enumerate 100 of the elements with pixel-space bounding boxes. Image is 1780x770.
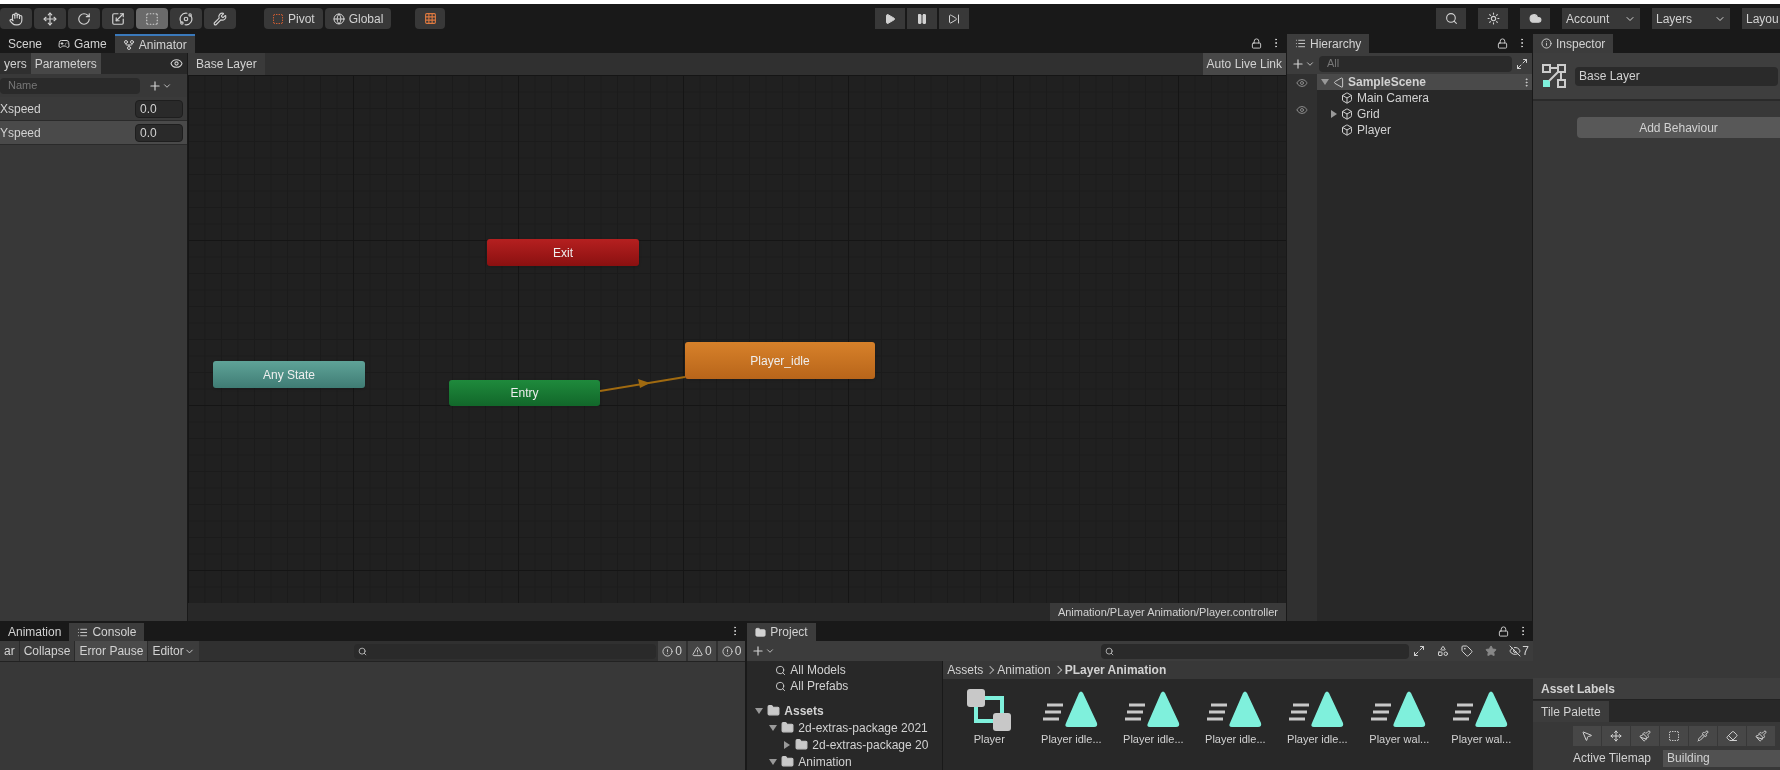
tool-button[interactable] bbox=[34, 8, 66, 29]
asset-labels-header[interactable]: Asset Labels bbox=[1533, 678, 1780, 700]
pivot-button[interactable]: Pivot bbox=[264, 8, 323, 29]
state-node[interactable]: Entry bbox=[449, 380, 600, 406]
tag-icon[interactable] bbox=[1461, 645, 1474, 657]
palette-tool-button[interactable] bbox=[1689, 726, 1717, 746]
search-field[interactable]: Name bbox=[0, 77, 140, 94]
folder-label[interactable]: Assets bbox=[784, 701, 824, 720]
palette-tool-button[interactable] bbox=[1660, 726, 1688, 746]
grid-snap-button[interactable] bbox=[415, 8, 446, 29]
asset-label[interactable]: Player bbox=[973, 733, 1005, 746]
panel-tab[interactable]: Tile Palette bbox=[1533, 701, 1609, 722]
visibility-icon[interactable] bbox=[1296, 104, 1308, 116]
parameter-value[interactable]: 0.0 bbox=[135, 99, 183, 118]
hierarchy-item[interactable]: Main Camera bbox=[1357, 89, 1430, 107]
controller-icon[interactable] bbox=[965, 687, 1014, 733]
asset-label[interactable]: Player idle... bbox=[1287, 733, 1348, 746]
asset-label[interactable]: Player idle... bbox=[1123, 733, 1184, 746]
hidden-packages-button[interactable]: 7 bbox=[1509, 642, 1529, 660]
expand-icon[interactable] bbox=[1413, 645, 1426, 657]
caret-icon[interactable] bbox=[1321, 79, 1329, 85]
breadcrumb-item[interactable]: PLayer Animation bbox=[1064, 661, 1167, 679]
live-link-button[interactable]: Auto Live Link bbox=[1202, 53, 1286, 75]
visibility-icon[interactable] bbox=[1296, 77, 1308, 89]
folder-label[interactable]: 2d-extras-package 20 bbox=[812, 735, 929, 754]
palette-tool-button[interactable] bbox=[1718, 726, 1746, 746]
parameter-value[interactable]: 0.0 bbox=[135, 123, 183, 142]
log-count-button[interactable]: 0 bbox=[687, 641, 716, 661]
step-button[interactable] bbox=[939, 8, 970, 29]
asset-label[interactable]: Player idle... bbox=[1041, 733, 1102, 746]
play-button[interactable] bbox=[875, 8, 906, 29]
breadcrumb-item[interactable]: Animation bbox=[997, 661, 1051, 679]
star-icon[interactable] bbox=[1485, 645, 1498, 657]
parameter-row[interactable]: Xspeed 0.0 bbox=[0, 97, 187, 121]
rect-tool-icon bbox=[145, 11, 159, 26]
folder-label[interactable]: 2d-extras-package 2021 bbox=[798, 718, 928, 737]
console-toggle[interactable]: Collapse bbox=[19, 641, 76, 661]
console-toggle[interactable]: ar bbox=[0, 641, 20, 661]
log-count-button[interactable]: 0 bbox=[717, 641, 746, 661]
panel-tab[interactable]: Hierarchy bbox=[1287, 34, 1370, 53]
palette-tool-button[interactable] bbox=[1747, 726, 1775, 746]
scene-row[interactable]: SampleScene bbox=[1317, 74, 1532, 90]
lock-icon[interactable] bbox=[1498, 626, 1509, 637]
asset-label[interactable]: Player wal... bbox=[1369, 733, 1430, 746]
breadcrumb[interactable]: Base Layer bbox=[188, 53, 265, 75]
panel-tab[interactable]: Project bbox=[747, 623, 816, 641]
palette-tool-button[interactable] bbox=[1602, 726, 1630, 746]
tool-button[interactable] bbox=[102, 8, 134, 29]
graph-canvas[interactable]: Exit Any State Entry Player_idle bbox=[188, 75, 1286, 603]
tilemap-dropdown[interactable]: Building bbox=[1663, 749, 1780, 767]
layer-name-field[interactable]: Base Layer bbox=[1575, 66, 1778, 86]
tool-button[interactable] bbox=[68, 8, 100, 29]
add-button[interactable] bbox=[751, 644, 776, 658]
expand-icon[interactable] bbox=[1516, 57, 1528, 70]
tool-button[interactable] bbox=[170, 8, 202, 29]
console-toggle[interactable]: Error Pause bbox=[75, 641, 149, 661]
account-dropdown[interactable]: Account bbox=[1562, 8, 1640, 29]
add-behaviour-button[interactable]: Add Behaviour bbox=[1577, 117, 1780, 138]
search-field[interactable] bbox=[1101, 643, 1410, 659]
global-button[interactable]: Global bbox=[324, 8, 392, 29]
breadcrumb-item[interactable]: Assets bbox=[947, 661, 984, 679]
folder-label[interactable]: Animation bbox=[798, 752, 852, 770]
active-tilemap-label: Active Tilemap bbox=[1573, 750, 1652, 767]
palette-tool-button[interactable] bbox=[1573, 726, 1601, 746]
search-field[interactable]: All bbox=[1319, 55, 1512, 72]
shapes-icon[interactable] bbox=[1437, 645, 1450, 657]
asset-label[interactable]: Player wal... bbox=[1451, 733, 1512, 746]
parameter-row[interactable]: Yspeed 0.0 bbox=[0, 121, 187, 145]
favorite-item[interactable]: All Models bbox=[790, 661, 846, 679]
panel-tab[interactable]: Inspector bbox=[1533, 34, 1614, 53]
pause-button[interactable] bbox=[907, 8, 938, 29]
asset-label[interactable]: Player idle... bbox=[1205, 733, 1266, 746]
hierarchy-item[interactable]: Grid bbox=[1357, 105, 1380, 123]
collapsed-caret-icon[interactable] bbox=[1331, 110, 1337, 118]
tool-button[interactable] bbox=[204, 8, 236, 29]
lock-icon[interactable] bbox=[1251, 38, 1262, 49]
side-tab[interactable]: yers bbox=[0, 53, 31, 74]
palette-tool-button[interactable] bbox=[1631, 726, 1659, 746]
search-button[interactable] bbox=[1436, 8, 1466, 29]
hand-icon bbox=[9, 11, 23, 26]
transition-arrow[interactable] bbox=[600, 375, 686, 393]
tool-button[interactable] bbox=[0, 8, 32, 29]
side-tab[interactable]: Parameters bbox=[30, 53, 101, 74]
add-button[interactable] bbox=[148, 78, 172, 93]
settings-button[interactable] bbox=[1478, 8, 1508, 29]
panel-tab[interactable]: Animator bbox=[114, 34, 195, 53]
panel-tab[interactable]: Console bbox=[69, 623, 145, 641]
layers-dropdown[interactable]: Layers bbox=[1652, 8, 1730, 29]
search-field[interactable] bbox=[354, 643, 657, 659]
eye-icon[interactable] bbox=[170, 57, 183, 70]
hierarchy-item[interactable]: Player bbox=[1357, 121, 1391, 139]
state-node[interactable]: Exit bbox=[487, 239, 639, 266]
cloud-button[interactable] bbox=[1520, 8, 1550, 29]
add-button[interactable] bbox=[1291, 56, 1315, 71]
eye-off-icon bbox=[1509, 645, 1522, 657]
lock-icon[interactable] bbox=[1497, 38, 1508, 49]
layout-dropdown[interactable]: Layou bbox=[1742, 8, 1780, 29]
editor-dropdown[interactable]: Editor bbox=[148, 641, 199, 661]
log-count-button[interactable]: 0 bbox=[658, 641, 686, 661]
favorite-item[interactable]: All Prefabs bbox=[790, 677, 849, 695]
